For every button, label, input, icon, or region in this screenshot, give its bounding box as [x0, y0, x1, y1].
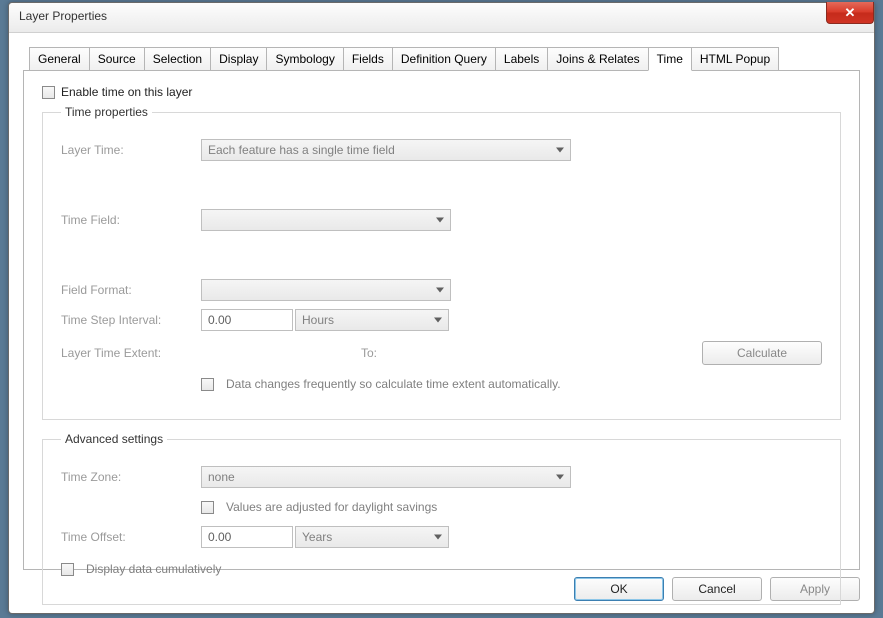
cumulative-checkbox[interactable] [61, 563, 74, 576]
enable-time-label: Enable time on this layer [61, 85, 192, 99]
time-field-label: Time Field: [61, 213, 201, 227]
enable-time-checkbox[interactable] [42, 86, 55, 99]
time-properties-group: Time properties Layer Time: Each feature… [42, 105, 841, 420]
tab-panel-time: Enable time on this layer Time propertie… [23, 70, 860, 570]
enable-time-row: Enable time on this layer [42, 85, 841, 99]
chevron-down-icon [556, 148, 564, 153]
cumulative-label: Display data cumulatively [86, 562, 221, 576]
time-zone-label: Time Zone: [61, 470, 201, 484]
field-format-label: Field Format: [61, 283, 201, 297]
tab-strip: General Source Selection Display Symbolo… [29, 47, 860, 70]
titlebar: Layer Properties ✕ [9, 3, 874, 33]
field-format-combo[interactable] [201, 279, 451, 301]
tab-time[interactable]: Time [648, 47, 692, 71]
chevron-down-icon [434, 535, 442, 540]
close-icon: ✕ [845, 5, 856, 21]
tab-symbology[interactable]: Symbology [266, 47, 343, 70]
window-title: Layer Properties [19, 9, 107, 23]
time-offset-label: Time Offset: [61, 530, 201, 544]
time-offset-input[interactable]: 0.00 [201, 526, 293, 548]
time-step-label: Time Step Interval: [61, 313, 201, 327]
tab-joins-relates[interactable]: Joins & Relates [547, 47, 648, 70]
time-step-value: 0.00 [208, 313, 231, 327]
dst-label: Values are adjusted for daylight savings [226, 500, 437, 514]
layer-properties-window: Layer Properties ✕ General Source Select… [8, 2, 875, 614]
auto-calc-label: Data changes frequently so calculate tim… [226, 377, 561, 391]
tab-fields[interactable]: Fields [343, 47, 393, 70]
advanced-settings-legend: Advanced settings [61, 432, 167, 446]
time-zone-value: none [208, 470, 235, 484]
tab-general[interactable]: General [29, 47, 90, 70]
time-properties-legend: Time properties [61, 105, 152, 119]
time-offset-value: 0.00 [208, 530, 231, 544]
chevron-down-icon [436, 218, 444, 223]
tab-display[interactable]: Display [210, 47, 267, 70]
time-offset-unit-value: Years [302, 530, 332, 544]
tab-selection[interactable]: Selection [144, 47, 211, 70]
tab-source[interactable]: Source [89, 47, 145, 70]
chevron-down-icon [556, 475, 564, 480]
layer-time-extent-label: Layer Time Extent: [61, 346, 201, 360]
chevron-down-icon [434, 318, 442, 323]
tab-definition-query[interactable]: Definition Query [392, 47, 496, 70]
to-label: To: [361, 346, 401, 360]
content-area: General Source Selection Display Symbolo… [9, 33, 874, 613]
time-offset-unit-combo[interactable]: Years [295, 526, 449, 548]
calculate-button[interactable]: Calculate [702, 341, 822, 365]
chevron-down-icon [436, 288, 444, 293]
close-button[interactable]: ✕ [826, 2, 874, 24]
advanced-settings-group: Advanced settings Time Zone: none Values… [42, 432, 841, 605]
dst-checkbox[interactable] [201, 501, 214, 514]
calculate-button-label: Calculate [737, 346, 787, 360]
time-zone-combo[interactable]: none [201, 466, 571, 488]
time-step-input[interactable]: 0.00 [201, 309, 293, 331]
layer-time-combo[interactable]: Each feature has a single time field [201, 139, 571, 161]
time-step-unit-value: Hours [302, 313, 334, 327]
layer-time-label: Layer Time: [61, 143, 201, 157]
time-field-combo[interactable] [201, 209, 451, 231]
time-step-unit-combo[interactable]: Hours [295, 309, 449, 331]
auto-calc-checkbox[interactable] [201, 378, 214, 391]
tab-html-popup[interactable]: HTML Popup [691, 47, 779, 70]
layer-time-value: Each feature has a single time field [208, 143, 395, 157]
tab-labels[interactable]: Labels [495, 47, 548, 70]
